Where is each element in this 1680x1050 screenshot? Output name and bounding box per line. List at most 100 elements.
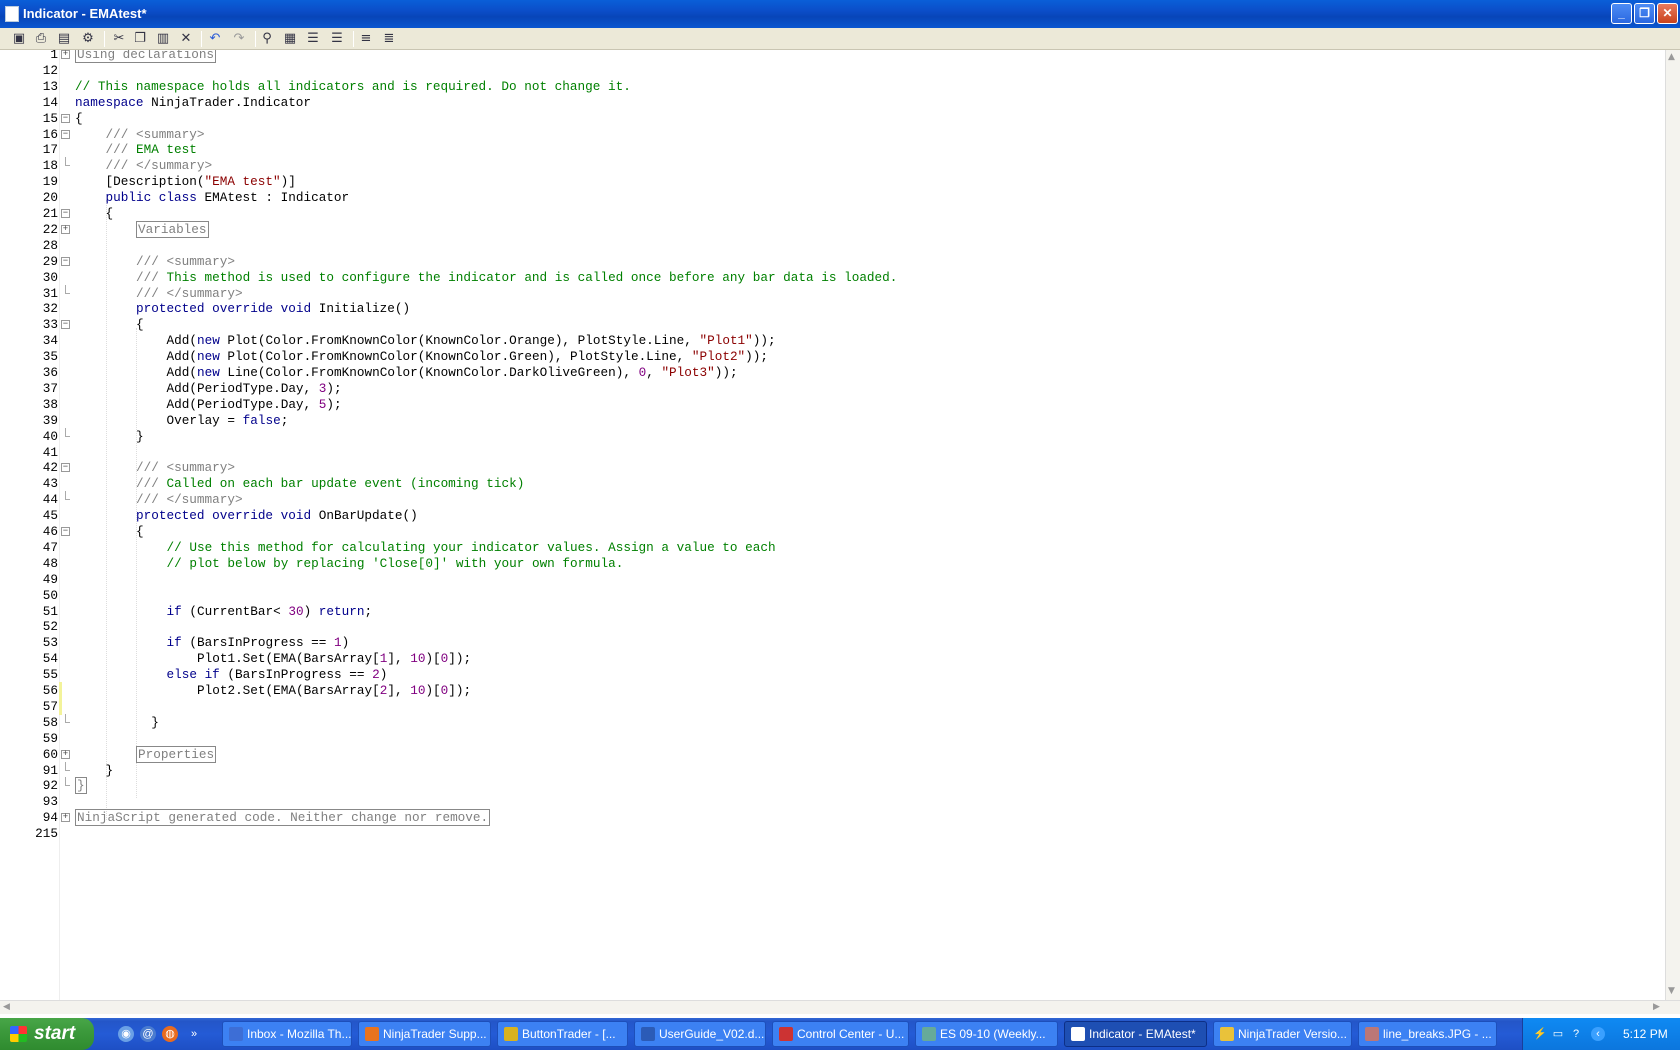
code-line[interactable]: 34 Add(new Plot(Color.FromKnownColor(Know…: [0, 332, 1660, 349]
code-line[interactable]: 94 + NinjaScript generated code. Neither c…: [0, 809, 1660, 827]
code-line[interactable]: 57: [0, 697, 1660, 715]
vertical-scrollbar[interactable]: ▲ ▼: [1665, 50, 1680, 1000]
find-icon[interactable]: ⚲: [259, 31, 275, 47]
code-line[interactable]: 18 /// </summary>: [0, 157, 1660, 174]
taskbar-button[interactable]: ButtonTrader - [...: [497, 1021, 628, 1047]
outlook-quicklaunch-icon[interactable]: @: [140, 1026, 156, 1042]
code-line[interactable]: 37 Add(PeriodType.Day, 3);: [0, 380, 1660, 397]
uncomment-icon[interactable]: ≣: [381, 31, 397, 47]
code-line[interactable]: 47 // Use this method for calculating you…: [0, 539, 1660, 556]
code-line[interactable]: 12: [0, 62, 1660, 79]
expand-region-icon[interactable]: +: [61, 749, 70, 759]
code-line[interactable]: 17 /// EMA test: [0, 141, 1660, 158]
taskbar-button[interactable]: Indicator - EMAtest*: [1064, 1021, 1207, 1047]
find-replace-icon[interactable]: ▦: [282, 31, 298, 47]
code-line[interactable]: 59: [0, 730, 1660, 747]
taskbar-button[interactable]: NinjaTrader Versio...: [1213, 1021, 1352, 1047]
code-line[interactable]: 30 /// This method is used to configure t…: [0, 269, 1660, 286]
code-line[interactable]: 38 Add(PeriodType.Day, 5);: [0, 396, 1660, 413]
code-line[interactable]: 14 namespace NinjaTrader.Indicator: [0, 94, 1660, 111]
code-line[interactable]: 22 + Variables: [0, 220, 1660, 238]
chevron-right-icon[interactable]: »: [186, 1026, 202, 1042]
scroll-down-arrow-icon[interactable]: ▼: [1668, 986, 1675, 996]
code-line[interactable]: 92}: [0, 777, 1660, 795]
code-line[interactable]: 56 Plot2.Set(EMA(BarsArray[2], 10)[0]);: [0, 682, 1660, 699]
expand-region-icon[interactable]: +: [61, 50, 70, 59]
code-line[interactable]: 93: [0, 793, 1660, 810]
print-preview-icon[interactable]: ▤: [56, 31, 72, 47]
show-hidden-icon[interactable]: ‹: [1591, 1027, 1605, 1041]
scroll-left-arrow-icon[interactable]: ◀: [3, 1002, 10, 1012]
help-tray-icon[interactable]: ?: [1569, 1027, 1583, 1041]
code-line[interactable]: 41: [0, 444, 1660, 461]
start-button[interactable]: start: [0, 1018, 94, 1050]
code-line[interactable]: 21− {: [0, 205, 1660, 222]
code-line[interactable]: 29− /// <summary>: [0, 253, 1660, 270]
code-line[interactable]: 46− {: [0, 523, 1660, 540]
taskbar-button[interactable]: line_breaks.JPG - ...: [1358, 1021, 1497, 1047]
code-line[interactable]: 50: [0, 587, 1660, 604]
taskbar-button[interactable]: Control Center - U...: [772, 1021, 909, 1047]
code-line[interactable]: 45 protected override void OnBarUpdate(): [0, 507, 1660, 524]
save-icon[interactable]: ▣: [11, 31, 27, 47]
restore-button[interactable]: ❐: [1634, 3, 1655, 24]
code-line[interactable]: 15−{: [0, 110, 1660, 127]
code-line[interactable]: 32 protected override void Initialize(): [0, 300, 1660, 317]
collapsed-region[interactable]: NinjaScript generated code. Neither chan…: [75, 809, 491, 827]
code-line[interactable]: 33− {: [0, 316, 1660, 333]
compile-icon[interactable]: ⚙: [80, 31, 96, 47]
scroll-up-arrow-icon[interactable]: ▲: [1668, 52, 1675, 62]
collapse-region-icon[interactable]: −: [61, 209, 70, 218]
ie-quicklaunch-icon[interactable]: ◉: [118, 1026, 134, 1042]
collapse-region-icon[interactable]: −: [61, 463, 70, 473]
collapse-region-icon[interactable]: −: [61, 527, 70, 536]
expand-region-icon[interactable]: +: [61, 813, 70, 823]
collapse-region-icon[interactable]: −: [61, 113, 70, 123]
delete-icon[interactable]: ✕: [178, 31, 194, 47]
monitor-icon[interactable]: ▭: [1551, 1027, 1565, 1041]
indent-icon[interactable]: ☰: [305, 31, 321, 47]
outdent-icon[interactable]: ☰: [329, 31, 345, 47]
code-line[interactable]: 43 /// Called on each bar update event (i…: [0, 475, 1660, 492]
taskbar-button[interactable]: ES 09-10 (Weekly...: [915, 1021, 1058, 1047]
taskbar-button[interactable]: Inbox - Mozilla Th...: [222, 1021, 352, 1047]
taskbar-button[interactable]: NinjaTrader Supp...: [358, 1021, 491, 1047]
code-line[interactable]: 13 // This namespace holds all indicators…: [0, 78, 1660, 95]
code-line[interactable]: 20 public class EMAtest : Indicator: [0, 189, 1660, 206]
code-line[interactable]: 91}: [0, 761, 1660, 779]
collapsed-region[interactable]: Variables: [136, 220, 209, 238]
copy-icon[interactable]: ❐: [132, 31, 148, 47]
code-line[interactable]: 19 [Description("EMA test")]: [0, 173, 1660, 190]
collapse-region-icon[interactable]: −: [61, 129, 70, 139]
minimize-button[interactable]: _: [1611, 3, 1632, 24]
code-line[interactable]: 28: [0, 237, 1660, 254]
collapsed-region[interactable]: Properties: [136, 745, 217, 763]
undo-icon[interactable]: ↶: [207, 31, 223, 47]
code-line[interactable]: 60 + Properties: [0, 745, 1660, 763]
code-line[interactable]: 35 Add(new Plot(Color.FromKnownColor(Know…: [0, 348, 1660, 365]
code-editor[interactable]: 1 + Using declarations 12 13// This namespac…: [0, 50, 1665, 1000]
expand-region-icon[interactable]: +: [61, 224, 70, 234]
network-icon[interactable]: ⚡: [1533, 1027, 1547, 1041]
cut-icon[interactable]: ✂: [111, 31, 127, 47]
title-bar[interactable]: Indicator - EMAtest* _ ❐ ✕: [0, 0, 1680, 28]
comment-icon[interactable]: ≡: [358, 31, 374, 47]
code-line[interactable]: 39 Overlay = false;: [0, 412, 1660, 429]
collapse-region-icon[interactable]: −: [61, 256, 70, 266]
code-line[interactable]: 36 Add(new Line(Color.FromKnownColor(Know…: [0, 364, 1660, 381]
firefox-quicklaunch-icon[interactable]: ◍: [162, 1026, 178, 1042]
code-line[interactable]: 51 if (CurrentBar< 30) return;: [0, 603, 1660, 620]
code-line[interactable]: 53 if (BarsInProgress == 1): [0, 634, 1660, 651]
code-line[interactable]: 16− /// <summary>: [0, 126, 1660, 143]
paste-icon[interactable]: ▥: [155, 31, 171, 47]
code-line[interactable]: 48 // plot below by replacing 'Close[0]' …: [0, 555, 1660, 572]
code-line[interactable]: 52: [0, 618, 1660, 635]
code-line[interactable]: 49: [0, 571, 1660, 588]
code-line[interactable]: 215: [0, 825, 1660, 842]
code-line[interactable]: 54 Plot1.Set(EMA(BarsArray[1], 10)[0]);: [0, 650, 1660, 667]
collapsed-region[interactable]: }: [75, 777, 87, 795]
print-icon[interactable]: ⎙: [33, 31, 49, 47]
close-button[interactable]: ✕: [1657, 3, 1678, 24]
code-line[interactable]: 55 else if (BarsInProgress == 2): [0, 666, 1660, 683]
collapse-region-icon[interactable]: −: [61, 320, 70, 330]
